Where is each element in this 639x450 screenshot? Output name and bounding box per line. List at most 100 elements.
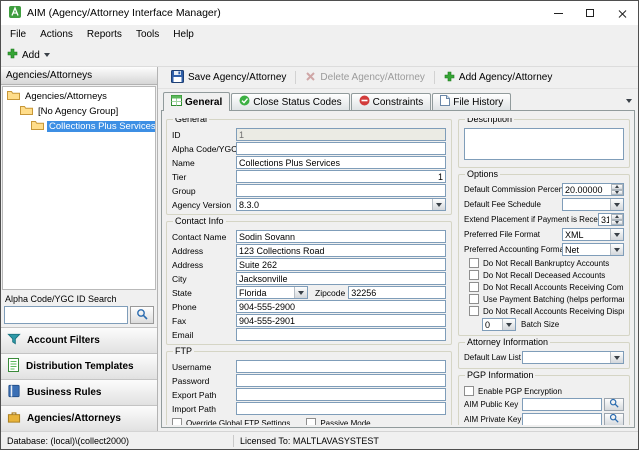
chevron-down-icon[interactable] <box>432 199 445 210</box>
enable-pgp-checkbox[interactable] <box>464 386 474 396</box>
ftp-password-field[interactable] <box>236 374 446 387</box>
book-icon <box>7 384 21 401</box>
save-agency-button[interactable]: Save Agency/Attorney <box>166 68 291 88</box>
batch-size-select[interactable]: 0 <box>482 318 516 331</box>
add-button-label[interactable]: Add <box>22 50 40 61</box>
no-recall-complaints-checkbox[interactable] <box>469 282 479 292</box>
name-field[interactable] <box>236 156 446 169</box>
aim-public-key-label: AIM Public Key <box>464 399 519 409</box>
alpha-code-label: Alpha Code/YGC ID <box>172 143 236 154</box>
tab-general[interactable]: General <box>163 92 231 111</box>
tab-overflow-button[interactable] <box>624 93 634 108</box>
phone-field[interactable] <box>236 300 446 313</box>
tab-close-status-codes[interactable]: Close Status Codes <box>231 93 350 110</box>
contact-name-field[interactable] <box>236 230 446 243</box>
save-icon <box>171 69 184 86</box>
alpha-code-field[interactable] <box>236 142 446 155</box>
aim-public-key-field[interactable] <box>522 398 602 411</box>
window-controls <box>542 1 638 25</box>
tree-item-agency[interactable]: Collections Plus Services <box>3 119 155 134</box>
accounting-format-label: Preferred Accounting Format <box>464 245 562 254</box>
menu-file[interactable]: File <box>3 27 33 42</box>
fax-label: Fax <box>172 315 187 326</box>
sidebar-panel-header: Agencies/Attorneys <box>1 67 157 85</box>
default-law-list-select[interactable] <box>522 351 624 364</box>
city-label: City <box>172 273 187 284</box>
chevron-down-icon[interactable] <box>610 229 623 240</box>
menu-reports[interactable]: Reports <box>80 27 129 42</box>
city-field[interactable] <box>236 272 446 285</box>
groupbox-title: Contact Info <box>173 216 226 226</box>
no-recall-disputes-checkbox[interactable] <box>469 306 479 316</box>
search-button[interactable] <box>130 306 154 324</box>
tab-constraints[interactable]: Constraints <box>350 93 432 110</box>
chevron-down-icon[interactable] <box>610 199 623 210</box>
aim-private-key-field[interactable] <box>522 413 602 425</box>
extend-placement-spinner[interactable] <box>598 213 624 226</box>
tree-item-root[interactable]: Agencies/Attorneys <box>3 89 155 104</box>
maximize-button[interactable] <box>574 1 606 25</box>
override-ftp-checkbox[interactable] <box>172 418 182 425</box>
tier-label: Tier <box>172 171 187 182</box>
sidebar-item-distribution-templates[interactable]: Distribution Templates <box>1 353 157 379</box>
file-format-select[interactable]: XML <box>562 228 624 241</box>
sidebar-item-label: Account Filters <box>27 335 100 346</box>
spin-down-icon[interactable] <box>611 219 623 225</box>
email-field[interactable] <box>236 328 446 341</box>
extend-placement-field[interactable] <box>599 214 611 225</box>
maximize-icon <box>586 9 594 17</box>
chevron-down-icon[interactable] <box>502 319 515 330</box>
payment-batching-label: Use Payment Batching (helps performance) <box>483 294 624 304</box>
address1-label: Address <box>172 245 204 256</box>
state-select[interactable]: Florida <box>236 286 308 299</box>
groupbox-title: Options <box>465 169 501 179</box>
ftp-username-field[interactable] <box>236 360 446 373</box>
tab-file-history[interactable]: File History <box>432 93 512 110</box>
address2-field[interactable] <box>236 258 446 271</box>
sidebar-item-account-filters[interactable]: Account Filters <box>1 327 157 353</box>
no-recall-deceased-label: Do Not Recall Deceased Accounts <box>483 270 606 280</box>
fax-field[interactable] <box>236 314 446 327</box>
payment-batching-checkbox[interactable] <box>469 294 479 304</box>
menu-help[interactable]: Help <box>166 27 201 42</box>
tree-item-group[interactable]: [No Agency Group] <box>3 104 155 119</box>
address1-field[interactable] <box>236 244 446 257</box>
commission-field[interactable] <box>563 184 611 195</box>
browse-aim-private-key-button[interactable] <box>604 413 624 425</box>
chevron-down-icon[interactable] <box>43 53 50 57</box>
tab-label: File History <box>453 96 504 108</box>
minimize-icon <box>553 12 563 14</box>
close-button[interactable] <box>606 1 638 25</box>
email-label: Email <box>172 329 194 340</box>
menu-tools[interactable]: Tools <box>129 27 166 42</box>
no-recall-bankruptcy-checkbox[interactable] <box>469 258 479 268</box>
chevron-down-icon[interactable] <box>294 287 307 298</box>
alpha-code-search-input[interactable] <box>4 306 128 324</box>
sidebar-item-business-rules[interactable]: Business Rules <box>1 379 157 405</box>
ftp-export-path-field[interactable] <box>236 388 446 401</box>
groupbox-title: Attorney Information <box>465 337 551 347</box>
passive-mode-checkbox[interactable] <box>306 418 317 425</box>
agency-version-select[interactable]: 8.3.0 <box>236 198 446 211</box>
menu-actions[interactable]: Actions <box>33 27 80 42</box>
zipcode-field[interactable] <box>348 286 446 299</box>
accounting-format-select[interactable]: Net <box>562 243 624 256</box>
spin-down-icon[interactable] <box>611 189 623 195</box>
batch-size-label: Batch Size <box>521 320 560 329</box>
title-bar: AIM (Agency/Attorney Interface Manager) <box>1 1 638 25</box>
fee-schedule-select[interactable] <box>562 198 624 211</box>
group-field[interactable] <box>236 184 446 197</box>
chevron-down-icon[interactable] <box>610 244 623 255</box>
no-recall-deceased-checkbox[interactable] <box>469 270 479 280</box>
chevron-down-icon[interactable] <box>610 352 623 363</box>
phone-label: Phone <box>172 301 197 312</box>
sidebar-item-agencies-attorneys[interactable]: Agencies/Attorneys <box>1 405 157 431</box>
commission-spinner[interactable] <box>562 183 624 196</box>
ftp-import-path-field[interactable] <box>236 402 446 415</box>
tier-field[interactable] <box>236 170 446 183</box>
browse-aim-public-key-button[interactable] <box>604 398 624 411</box>
minimize-button[interactable] <box>542 1 574 25</box>
description-textarea[interactable] <box>464 128 624 160</box>
add-agency-button[interactable]: Add Agency/Attorney <box>439 69 557 87</box>
no-recall-complaints-label: Do Not Recall Accounts Receiving Complai… <box>483 282 624 292</box>
